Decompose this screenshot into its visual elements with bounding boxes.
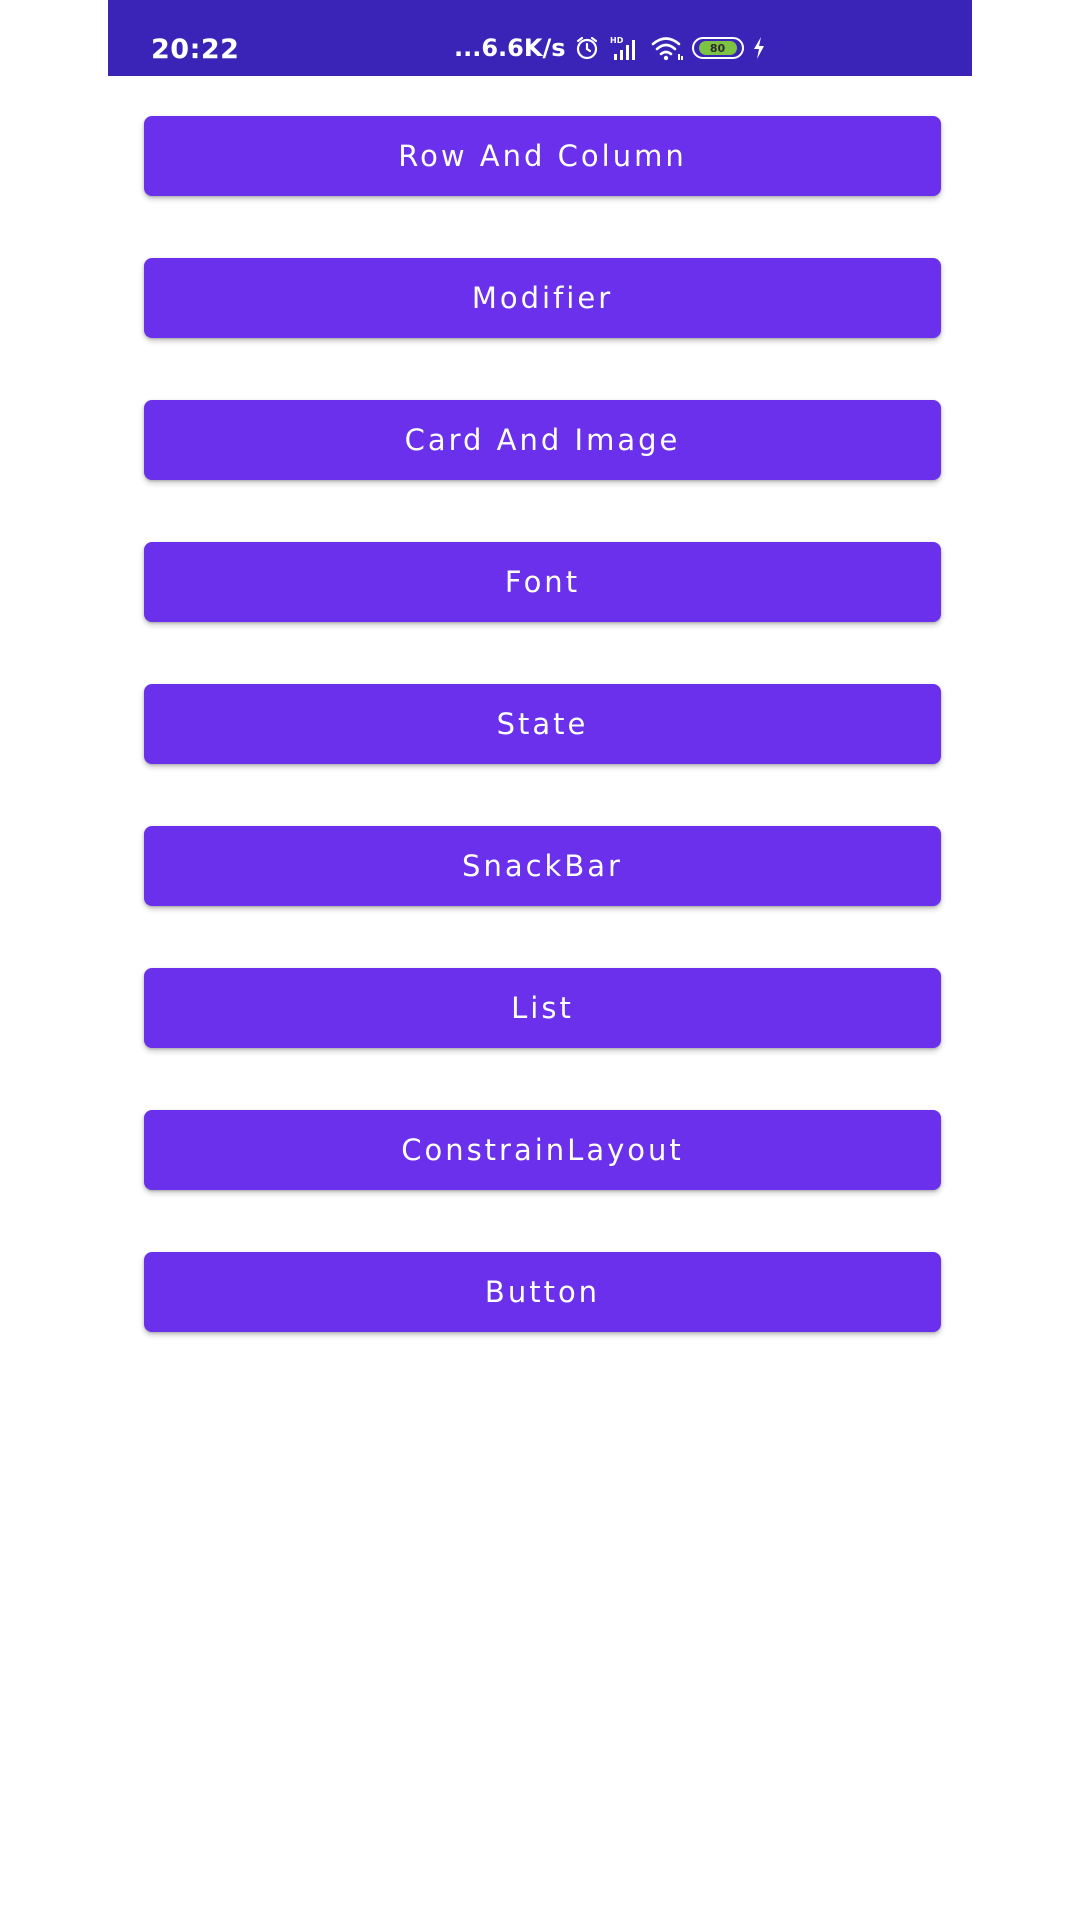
snackbar-button[interactable]: SnackBar <box>144 826 941 906</box>
list-button[interactable]: List <box>144 968 941 1048</box>
status-time: 20:22 <box>151 34 240 65</box>
button-label: State <box>496 707 589 741</box>
row-and-column-button[interactable]: Row And Column <box>144 116 941 196</box>
font-button[interactable]: Font <box>144 542 941 622</box>
modifier-button[interactable]: Modifier <box>144 258 941 338</box>
button-button[interactable]: Button <box>144 1252 941 1332</box>
button-label: Button <box>484 1275 601 1309</box>
state-button[interactable]: State <box>144 684 941 764</box>
button-label: Row And Column <box>398 139 687 173</box>
button-label: Card And Image <box>404 423 681 457</box>
wifi-icon <box>650 34 684 62</box>
charging-icon <box>752 36 766 60</box>
button-label: SnackBar <box>462 849 623 883</box>
card-and-image-button[interactable]: Card And Image <box>144 400 941 480</box>
alarm-icon <box>574 35 600 61</box>
status-indicators: ...6.6K/s HD 80 <box>454 30 766 66</box>
app-screen: 20:22 ...6.6K/s HD 80 Row And Column Mod… <box>0 0 1080 1920</box>
button-label: Font <box>504 565 581 599</box>
button-label: Modifier <box>471 281 614 315</box>
button-label: ConstrainLayout <box>401 1133 684 1167</box>
button-label: List <box>511 991 574 1025</box>
battery-level: 80 <box>698 41 737 55</box>
network-speed: ...6.6K/s <box>454 34 566 62</box>
battery-icon: 80 <box>691 37 744 59</box>
svg-text:HD: HD <box>610 36 624 45</box>
constrain-layout-button[interactable]: ConstrainLayout <box>144 1110 941 1190</box>
status-bar: 20:22 ...6.6K/s HD 80 <box>108 0 972 76</box>
hd-signal-icon: HD <box>608 34 642 62</box>
